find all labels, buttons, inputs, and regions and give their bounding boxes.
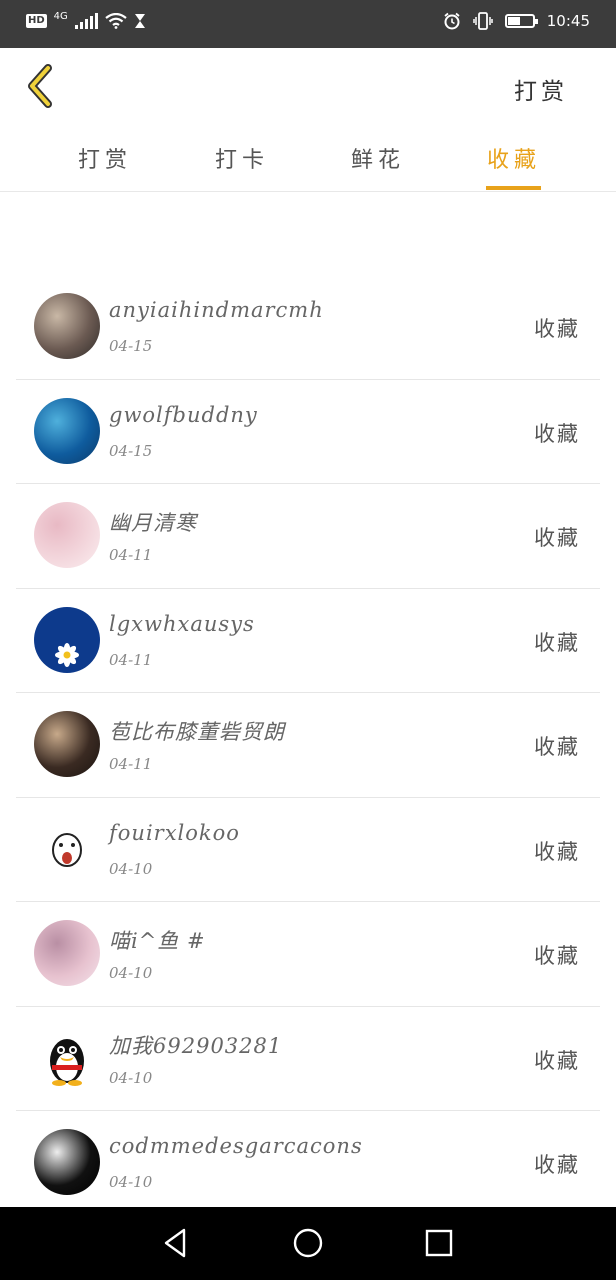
tab-flowers[interactable]: 鲜花 [351,142,405,174]
user-name: 幽月清寒 [109,511,197,535]
qq-penguin-icon [50,1038,84,1086]
signal-icon [74,13,98,29]
header: 打赏 [0,48,616,124]
item-date: 04-11 [109,546,153,564]
favorites-list: anyiaihindmarcmh 04-15 收藏 gwolfbuddny 04-15 收… [16,275,600,1216]
status-right: 10:45 [443,12,590,30]
item-date: 04-15 [109,337,153,355]
back-button[interactable] [24,64,58,108]
list-item[interactable]: 幽月清寒 04-11 收藏 [16,484,600,589]
alarm-icon [444,12,460,30]
network-type: 4G [53,10,68,22]
user-name: 苞比布膝董砦贸朗 [109,720,285,744]
user-name: 喵i^鱼 # [109,929,206,953]
triangle-back-icon [164,1228,186,1258]
item-date: 04-11 [109,650,153,669]
list-item[interactable]: lgxwhxausys 04-11 收藏 [16,589,600,693]
nav-back-button[interactable] [158,1225,194,1261]
user-name: gwolfbuddny [109,402,258,427]
item-date: 04-11 [109,755,153,773]
user-name: anyiaihindmarcmh [109,298,324,322]
list-item[interactable]: 加我692903281 04-10 收藏 [16,1007,600,1111]
avatar[interactable] [34,1024,100,1091]
favorite-label[interactable]: 收藏 [534,1149,580,1179]
item-date: 04-10 [109,859,153,878]
favorite-label[interactable]: 收藏 [534,731,580,761]
item-date: 04-10 [109,1173,153,1191]
clock: 10:45 [546,12,590,30]
favorite-label[interactable]: 收藏 [534,627,580,657]
status-bar: HD 4G 10:45 [0,0,616,48]
user-name: lgxwhxausys [109,611,255,636]
list-item[interactable]: codmmedesgarcacons 04-10 收藏 [16,1111,600,1216]
hd-indicator: HD [26,14,47,28]
tab-favorites[interactable]: 收藏 [487,142,541,174]
avatar[interactable] [34,397,100,464]
avatar[interactable] [34,920,100,986]
item-date: 04-15 [109,441,153,460]
tab-bar: 打赏 打卡 鲜花 收藏 [0,124,616,192]
list-item[interactable]: 苞比布膝董砦贸朗 04-11 收藏 [16,693,600,798]
status-left: HD 4G [26,10,146,29]
daisy-icon [55,642,79,667]
favorite-label[interactable]: 收藏 [534,313,580,343]
user-name: fouirxlokoo [109,820,240,845]
system-nav-bar [0,1207,616,1280]
tab-reward[interactable]: 打赏 [78,142,132,174]
favorite-label[interactable]: 收藏 [534,940,580,970]
list-item[interactable]: 喵i^鱼 # 04-10 收藏 [16,902,600,1007]
avatar[interactable] [34,606,100,673]
circle-home-icon [293,1228,323,1258]
hourglass-icon [134,14,145,28]
avatar[interactable] [34,293,100,359]
active-tab-indicator [486,186,541,190]
chevron-left-icon [28,64,52,108]
wifi-icon [105,13,127,29]
tab-checkin[interactable]: 打卡 [215,142,269,174]
square-recents-icon [425,1229,453,1257]
avatar[interactable] [34,1129,100,1195]
avatar[interactable] [34,502,100,568]
vibrate-icon [473,12,493,30]
nav-recents-button[interactable] [421,1225,457,1261]
user-name: codmmedesgarcacons [109,1134,363,1158]
favorite-label[interactable]: 收藏 [534,522,580,552]
list-item[interactable]: anyiaihindmarcmh 04-15 收藏 [16,275,600,380]
battery-icon [504,14,538,28]
header-reward-button[interactable]: 打赏 [514,72,568,106]
cartoon-face-icon [52,832,82,867]
item-date: 04-10 [109,1068,153,1087]
list-item[interactable]: gwolfbuddny 04-15 收藏 [16,380,600,484]
favorite-label[interactable]: 收藏 [534,836,580,866]
favorite-label[interactable]: 收藏 [534,1045,580,1075]
avatar[interactable] [34,815,100,882]
list-item[interactable]: fouirxlokoo 04-10 收藏 [16,798,600,902]
nav-home-button[interactable] [290,1225,326,1261]
favorite-label[interactable]: 收藏 [534,418,580,448]
avatar[interactable] [34,711,100,777]
item-date: 04-10 [109,964,153,982]
user-name: 加我692903281 [109,1033,283,1058]
